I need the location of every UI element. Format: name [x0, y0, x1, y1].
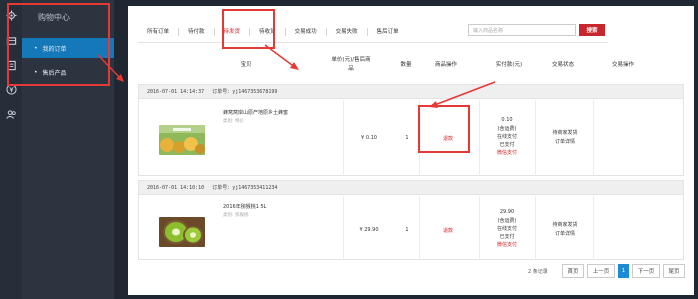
- list-icon[interactable]: [4, 58, 18, 72]
- prev-page-button[interactable]: 上一页: [587, 264, 615, 278]
- product-image[interactable]: [159, 125, 205, 155]
- paid-state: 已支付: [499, 142, 515, 148]
- refund-link[interactable]: 退款: [425, 135, 471, 142]
- order-detail-link[interactable]: 订单详情: [541, 230, 589, 237]
- paid-method: 在线支付: [496, 226, 517, 232]
- main-panel: 所有订单 待付款 待发货 待收货 交易成功 交易失败 售后订单 输入商品名称 搜…: [128, 6, 694, 295]
- tab-pending-shipment[interactable]: 待发货: [215, 28, 251, 36]
- search-input[interactable]: 输入商品名称: [468, 24, 576, 36]
- col-product: 宝贝: [240, 62, 252, 68]
- table-header: 宝贝 单价(元)/售后商 品 数量 商品操作 实付款(元) 交易状态 交易操作: [128, 54, 694, 74]
- next-page-button[interactable]: 下一页: [632, 264, 660, 278]
- refund-link[interactable]: 退款: [425, 227, 471, 234]
- paid-channel: 微信支付: [496, 242, 517, 248]
- paid-channel: 微信支付: [496, 150, 517, 156]
- col-ops: 商品操作: [434, 62, 457, 68]
- paid-amount: 29.90: [499, 209, 515, 215]
- cart-icon[interactable]: [4, 34, 18, 48]
- sidebar-item-after-sales[interactable]: • 售后产品: [22, 62, 114, 82]
- order-card: 2016-07-01 14:10:10 订单号：yj1467353411234 …: [138, 180, 684, 260]
- product-name[interactable]: 蜂窝窝岸山原产地原乡土蜂蜜: [223, 109, 288, 116]
- tab-after-sales[interactable]: 售后订单: [368, 28, 408, 36]
- col-price: 单价(元)/售后商: [331, 57, 371, 63]
- quantity: 1: [405, 227, 409, 233]
- order-header: 2016-07-01 14:10:10 订单号：yj1467353411234: [139, 181, 683, 195]
- sidebar-title: 购物中心: [38, 13, 70, 22]
- order-number: 订单号：yj1467353411234: [212, 185, 278, 191]
- paid-amount: 0.10: [501, 117, 513, 123]
- record-count: 2 条记录: [528, 269, 548, 275]
- gear-icon[interactable]: [4, 8, 18, 22]
- order-number: 订单号：yj1467353678199: [212, 89, 278, 95]
- tab-pending-payment[interactable]: 待付款: [179, 28, 215, 36]
- first-page-button[interactable]: 首页: [562, 264, 584, 278]
- paid-note: (含运费): [497, 218, 517, 224]
- order-detail-link[interactable]: 订单详情: [541, 138, 589, 145]
- product-name[interactable]: 2016年猕猴桃1 5L: [223, 203, 266, 210]
- product-spec: 类别: 猕猴桃: [223, 213, 249, 218]
- col-price-line2: 品: [348, 66, 354, 72]
- col-paid: 实付款(元): [495, 62, 523, 68]
- users-icon[interactable]: [4, 107, 18, 121]
- order-status: 待商家发货: [552, 222, 578, 228]
- order-card: 2016-07-01 14:14:37 订单号：yj1467353678199 …: [138, 84, 684, 176]
- search-button[interactable]: 搜索: [579, 24, 605, 36]
- paid-state: 已支付: [499, 234, 515, 240]
- last-page-button[interactable]: 尾页: [663, 264, 685, 278]
- order-header: 2016-07-01 14:14:37 订单号：yj1467353678199: [139, 85, 683, 99]
- product-spec: 类别: 特价: [223, 119, 244, 124]
- pagination: 2 条记录 首页 上一页 1 下一页 尾页: [128, 264, 694, 278]
- order-date: 2016-07-01 14:14:37: [147, 88, 205, 95]
- col-qty: 数量: [400, 62, 412, 68]
- tab-failed[interactable]: 交易失败: [327, 28, 368, 36]
- unit-price: ¥ 0.10: [361, 135, 377, 141]
- sidebar-item-label: 售后产品: [42, 69, 67, 77]
- product-image[interactable]: [159, 217, 205, 247]
- sidebar-item-my-orders[interactable]: • 我的订单: [22, 38, 114, 58]
- order-tabs: 所有订单 待付款 待发货 待收货 交易成功 交易失败 售后订单: [138, 24, 408, 40]
- icon-rail: [0, 0, 22, 299]
- quantity: 1: [405, 135, 409, 141]
- sidebar-item-label: 我的订单: [42, 45, 67, 53]
- order-date: 2016-07-01 14:10:10: [147, 184, 205, 191]
- unit-price: ¥ 29.90: [359, 227, 379, 233]
- order-status: 待商家发货: [552, 130, 578, 136]
- paid-note: (含运费): [497, 126, 517, 132]
- tab-all-orders[interactable]: 所有订单: [138, 28, 180, 36]
- tab-completed[interactable]: 交易成功: [286, 28, 327, 36]
- paid-method: 在线支付: [496, 134, 517, 140]
- col-actions: 交易操作: [611, 62, 634, 68]
- tabs-divider: [138, 42, 608, 43]
- tab-pending-receipt[interactable]: 待收货: [250, 28, 286, 36]
- yen-icon[interactable]: [4, 82, 18, 96]
- sidebar: 购物中心 • 我的订单 • 售后产品: [22, 0, 114, 299]
- col-status: 交易状态: [551, 62, 574, 68]
- current-page-button[interactable]: 1: [618, 264, 629, 278]
